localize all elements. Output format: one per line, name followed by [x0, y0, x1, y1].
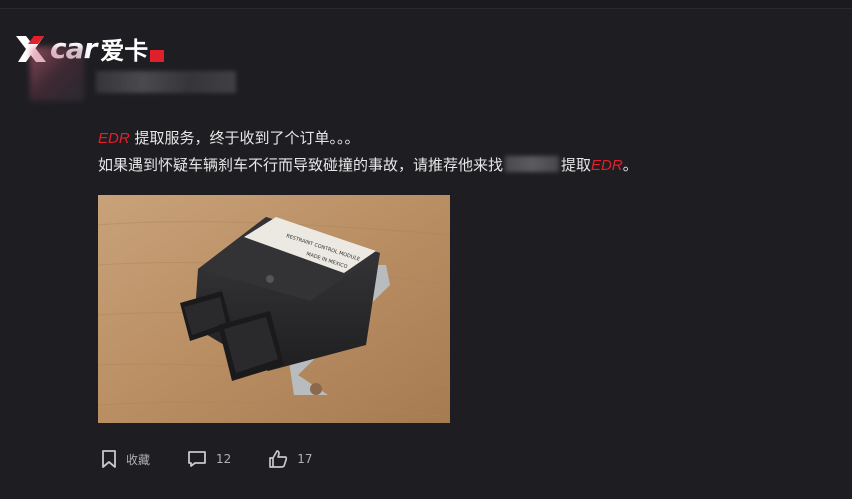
xcar-logo-cn: 爱卡: [100, 37, 149, 65]
post-actions: 收藏 12 17: [100, 449, 349, 469]
edr-highlight: EDR: [98, 130, 130, 147]
comment-button[interactable]: 12: [186, 449, 231, 469]
post-body: EDR 提取服务，终于收到了个订单。。。 如果遇到怀疑车辆刹车不行而导致碰撞的事…: [98, 125, 638, 179]
favorite-label: 收藏: [126, 452, 151, 467]
username-blurred[interactable]: [96, 71, 236, 93]
post-line-2-suffix: 提取: [561, 156, 592, 174]
bookmark-icon: [102, 450, 116, 468]
post-line-1-text: 提取服务，终于收到了个订单。。。: [129, 129, 360, 147]
post-line-2-end: 。: [622, 156, 638, 174]
post-card: car 爱卡 EDR 提取服务，终于收到了个订单。。。 如果遇到怀疑车辆刹车不行…: [0, 8, 852, 499]
like-button[interactable]: 17: [267, 449, 313, 469]
avatar-blurred[interactable]: [30, 47, 84, 101]
redacted-name: [505, 156, 560, 172]
like-count: 17: [297, 452, 313, 466]
thumbs-up-icon: [269, 450, 288, 468]
post-line-2: 如果遇到怀疑车辆刹车不行而导致碰撞的事故，请推荐他来找 提取EDR。: [98, 152, 638, 179]
comment-count: 12: [216, 452, 232, 466]
xcar-logo-red-block: [150, 49, 165, 62]
post-line-2-text: 如果遇到怀疑车辆刹车不行而导致碰撞的事故，请推荐他来找: [98, 156, 504, 174]
edr-highlight-2: EDR: [591, 157, 623, 174]
post-photo[interactable]: RESTRAINT CONTROL MODULE MADE IN MEXICO: [98, 195, 450, 423]
post-line-1: EDR 提取服务，终于收到了个订单。。。: [98, 125, 638, 152]
favorite-button[interactable]: 收藏: [100, 449, 150, 469]
comment-icon: [188, 451, 206, 467]
